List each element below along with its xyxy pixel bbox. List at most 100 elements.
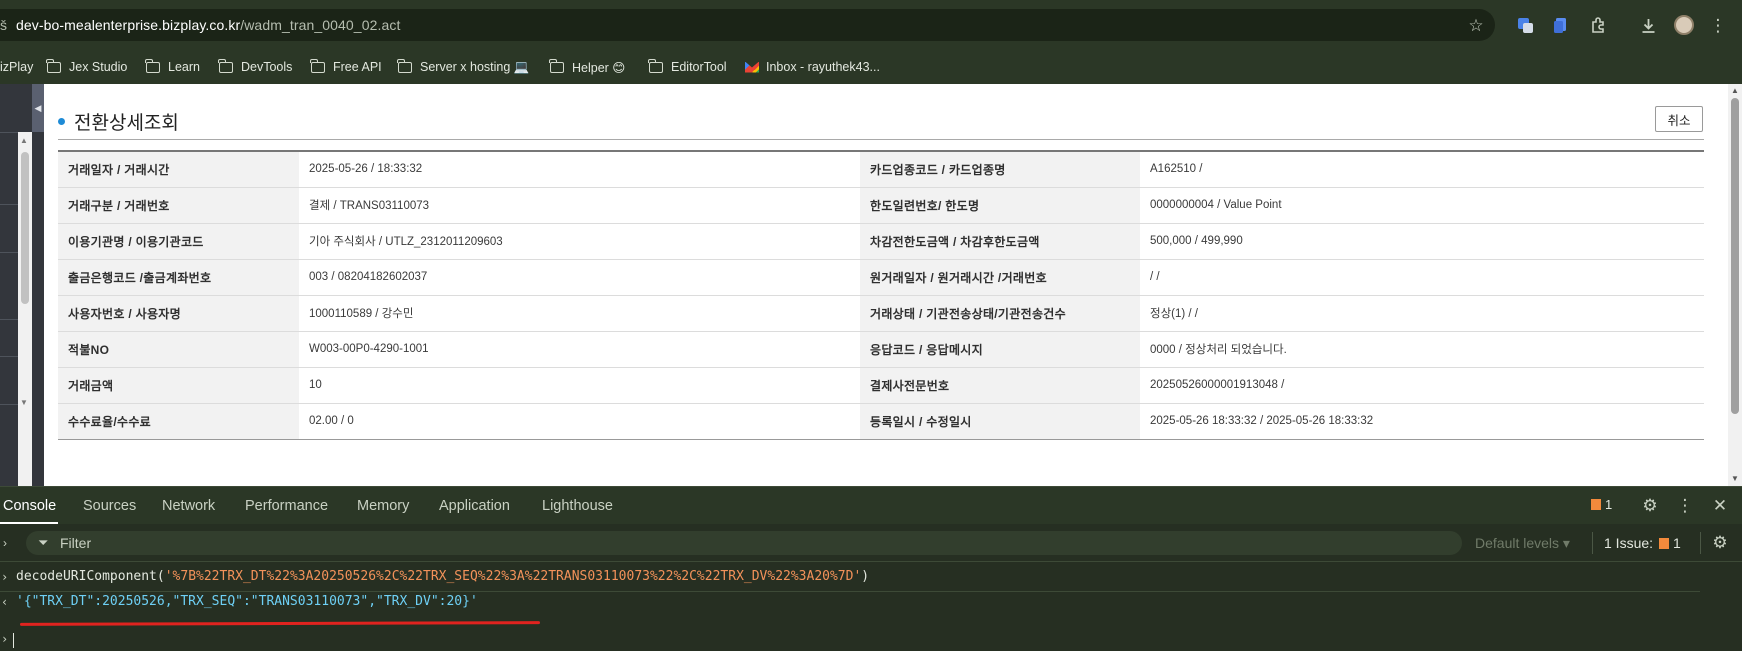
bookmark-free-api[interactable]: Free API — [310, 50, 382, 84]
title-divider — [58, 139, 1704, 140]
tab-application[interactable]: Application — [439, 498, 510, 514]
tab-network[interactable]: Network — [162, 498, 215, 514]
field-value: 정상(1) / / — [1140, 295, 1704, 332]
result-arrow-icon: ‹ — [1, 595, 9, 609]
page-scrollbar-thumb[interactable] — [1731, 98, 1739, 414]
table-row: 거래구분 / 거래번호 결제 / TRANS03110073 한도일련번호/ 한… — [58, 187, 1704, 224]
settings-gear-icon[interactable]: ⚙ — [1639, 495, 1661, 517]
tab-console[interactable]: Console — [3, 498, 56, 514]
bookmarks-bar: izPlay Jex Studio Learn DevTools Free AP… — [0, 50, 1742, 84]
bookmark-helper[interactable]: Helper 😊 — [549, 50, 626, 84]
scroll-up-arrow-icon[interactable]: ▲ — [1731, 86, 1739, 95]
log-levels-dropdown[interactable]: Default levels ▾ — [1475, 535, 1570, 552]
field-value: 2025-05-26 / 18:33:32 — [299, 151, 860, 188]
page-scrollbar[interactable]: ▲ ▼ — [1728, 84, 1742, 486]
field-label: 출금은행코드 /출금계좌번호 — [58, 259, 299, 296]
bookmark-label: Inbox - rayuthek43... — [766, 60, 880, 74]
download-icon[interactable] — [1637, 14, 1659, 36]
bookmark-devtools[interactable]: DevTools — [218, 50, 292, 84]
input-prompt-icon: › — [1, 632, 9, 646]
bookmark-label: Server x hosting 💻 — [420, 59, 530, 74]
field-label: 거래구분 / 거래번호 — [58, 187, 299, 224]
star-icon[interactable]: ☆ — [1465, 14, 1487, 36]
toolbar-separator — [1592, 532, 1593, 554]
issue-flag-icon — [1659, 537, 1670, 549]
detail-table: 거래일자 / 거래시간 2025-05-26 / 18:33:32 카드업종코드… — [58, 150, 1704, 440]
input-prompt-icon: › — [1, 570, 9, 584]
field-value: 0000 / 정상처리 되었습니다. — [1140, 331, 1704, 368]
tab-performance[interactable]: Performance — [245, 498, 328, 514]
issues-label: 1 Issue: — [1604, 535, 1654, 551]
sidebar-collapse-icon[interactable]: ◀ — [32, 84, 44, 132]
sidebar-toggle-icon[interactable]: › — [0, 532, 16, 554]
bookmark-label: Learn — [168, 60, 200, 74]
tab-sources[interactable]: Sources — [83, 498, 136, 514]
puzzle-extensions-icon[interactable] — [1587, 14, 1609, 36]
field-value: 0000000004 / Value Point — [1140, 187, 1704, 224]
sidebar-divider — [0, 319, 18, 320]
bookmark-label: izPlay — [0, 60, 34, 74]
cancel-button[interactable]: 취소 — [1655, 106, 1703, 132]
toolbar-separator — [1700, 532, 1701, 554]
translate-icon[interactable] — [1514, 14, 1536, 36]
field-label: 적불NO — [58, 331, 299, 368]
scroll-up-arrow-icon[interactable]: ▲ — [20, 136, 28, 145]
field-label: 한도일련번호/ 한도명 — [860, 187, 1140, 224]
field-value: 기아 주식회사 / UTLZ_2312011209603 — [299, 223, 860, 260]
folder-icon — [648, 58, 663, 73]
red-underline-annotation — [19, 621, 541, 626]
tab-memory[interactable]: Memory — [357, 498, 409, 514]
sidebar-divider — [0, 204, 18, 205]
console-caret[interactable] — [13, 633, 14, 648]
console-output[interactable]: › decodeURIComponent('%7B%22TRX_DT%22%3A… — [0, 562, 1742, 651]
field-value: W003-00P0-4290-1001 — [299, 331, 860, 368]
bookmark-label: Free API — [333, 60, 382, 74]
folder-icon — [145, 58, 160, 73]
bookmark-bizplay[interactable]: izPlay — [0, 50, 33, 84]
scroll-down-arrow-icon[interactable]: ▼ — [1731, 474, 1739, 483]
sidebar-scrollbar-thumb[interactable] — [21, 152, 29, 304]
url-path: /wadm_tran_0040_02.act — [240, 17, 401, 33]
table-row: 거래일자 / 거래시간 2025-05-26 / 18:33:32 카드업종코드… — [58, 151, 1704, 188]
console-settings-gear-icon[interactable]: ⚙ — [1709, 532, 1731, 554]
field-label: 수수료율/수수료 — [58, 403, 299, 440]
gmail-icon — [745, 61, 759, 73]
bookmark-editortool[interactable]: EditorTool — [648, 50, 727, 84]
console-filter-bar: › ⏷ Default levels ▾ 1 Issue: 1 ⚙ — [0, 524, 1742, 562]
bookmark-learn[interactable]: Learn — [145, 50, 200, 84]
scroll-down-arrow-icon[interactable]: ▼ — [20, 398, 28, 407]
devtools-menu-icon[interactable]: ⋮ — [1674, 495, 1696, 517]
field-label: 등록일시 / 수정일시 — [860, 403, 1140, 440]
address-bar-row: š dev-bo-mealenterprise.bizplay.co.kr/wa… — [0, 0, 1742, 50]
page-viewport: ◀ ▲ ▼ 전환상세조회 취소 거래일자 / 거래시간 2025-05-26 /… — [0, 84, 1742, 486]
bookmark-label: Helper 😊 — [572, 60, 626, 75]
close-icon[interactable]: ✕ — [1709, 495, 1731, 517]
extension-doc-icon[interactable] — [1550, 14, 1572, 36]
filter-field[interactable]: ⏷ — [26, 531, 1462, 555]
issues-counter[interactable]: 1 Issue: 1 — [1604, 535, 1681, 551]
sidebar-divider — [0, 404, 18, 405]
bookmark-label: EditorTool — [671, 60, 727, 74]
field-label: 결제사전문번호 — [860, 367, 1140, 404]
field-value: 10 — [299, 367, 860, 404]
field-value: 20250526000001913048 / — [1140, 367, 1704, 404]
url-text[interactable]: dev-bo-mealenterprise.bizplay.co.kr/wadm… — [16, 17, 400, 33]
bookmark-jex-studio[interactable]: Jex Studio — [46, 50, 127, 84]
filter-input[interactable] — [60, 534, 1440, 552]
title-bullet-icon — [58, 118, 65, 125]
tab-lighthouse[interactable]: Lighthouse — [542, 498, 613, 514]
console-result-line[interactable]: '{"TRX_DT":20250526,"TRX_SEQ":"TRANS0311… — [16, 594, 478, 609]
profile-avatar-icon[interactable] — [1673, 14, 1695, 36]
field-value: A162510 / — [1140, 151, 1704, 188]
field-label: 이용기관명 / 이용기관코드 — [58, 223, 299, 260]
devtools-panel: Console Sources Network Performance Memo… — [0, 486, 1742, 651]
bookmark-server-hosting[interactable]: Server x hosting 💻 — [397, 50, 530, 84]
sidebar-divider — [0, 252, 18, 253]
folder-icon — [397, 58, 412, 73]
chrome-menu-icon[interactable]: ⋮ — [1707, 14, 1729, 36]
table-row: 사용자번호 / 사용자명 1000110589 / 강수민 거래상태 / 기관전… — [58, 295, 1704, 332]
folder-icon — [310, 58, 325, 73]
table-row: 이용기관명 / 이용기관코드 기아 주식회사 / UTLZ_2312011209… — [58, 223, 1704, 260]
bookmark-gmail-inbox[interactable]: Inbox - rayuthek43... — [745, 50, 880, 84]
issues-badge[interactable]: 1 — [1591, 497, 1612, 512]
